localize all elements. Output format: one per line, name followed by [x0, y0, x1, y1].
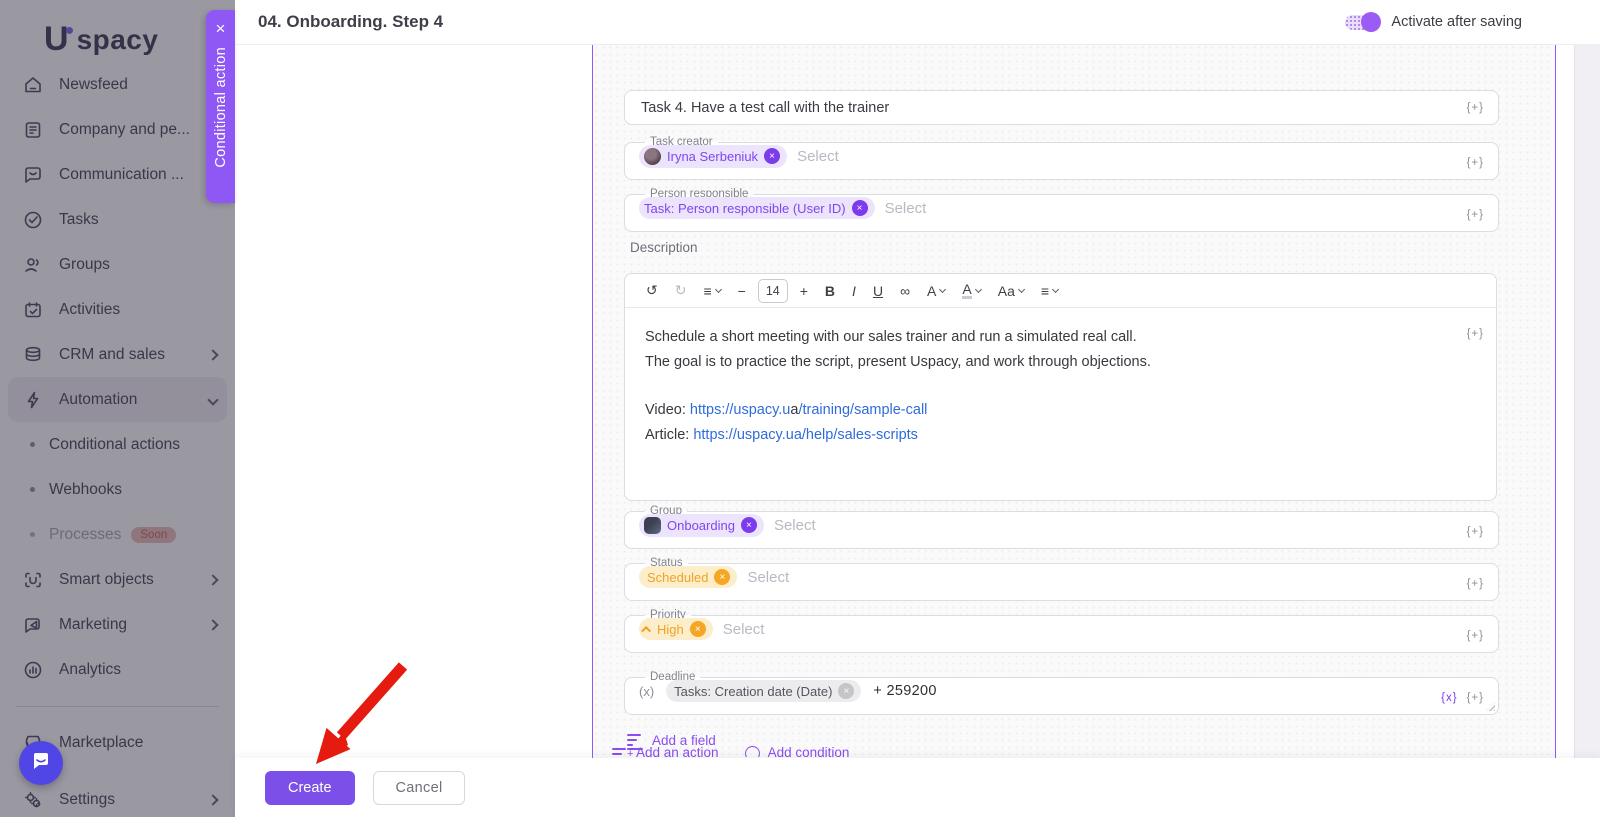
- underline-button[interactable]: U: [868, 279, 888, 303]
- scrollbar[interactable]: [1574, 45, 1600, 758]
- add-condition-icon: [745, 746, 760, 757]
- activate-toggle-label: Activate after saving: [1391, 14, 1522, 30]
- select-placeholder[interactable]: Select: [774, 517, 816, 534]
- create-button[interactable]: Create: [265, 771, 355, 805]
- article-link[interactable]: https://uspacy.ua/help/sales-scripts: [693, 427, 918, 443]
- description-label: Description: [630, 240, 698, 255]
- select-placeholder[interactable]: Select: [747, 569, 789, 586]
- task-creator-field[interactable]: Task creator Iryna Serbeniuk × Select {+…: [624, 138, 1499, 180]
- select-placeholder[interactable]: Select: [797, 148, 839, 165]
- undo-icon[interactable]: ↺: [641, 279, 663, 303]
- link-icon[interactable]: ∞: [895, 279, 915, 303]
- italic-button[interactable]: I: [847, 279, 861, 303]
- group-chip[interactable]: Onboarding ×: [639, 514, 764, 537]
- align-button[interactable]: ≡: [1036, 279, 1063, 303]
- chevron-down-icon: [975, 285, 982, 292]
- avatar: [644, 148, 661, 165]
- activate-toggle[interactable]: [1345, 15, 1379, 30]
- description-content[interactable]: Schedule a short meeting with our sales …: [625, 308, 1496, 464]
- description-line: Video: https://uspacy.ua/training/sample…: [645, 398, 1476, 423]
- modal-content: Task 4. Have a test call with the traine…: [235, 45, 1600, 758]
- task-title-input[interactable]: Task 4. Have a test call with the traine…: [624, 90, 1499, 125]
- task-creator-chip[interactable]: Iryna Serbeniuk ×: [639, 145, 787, 168]
- insert-variable-token[interactable]: {+}: [1467, 692, 1484, 704]
- resize-handle[interactable]: [1486, 702, 1495, 711]
- chat-icon: [31, 751, 51, 776]
- redo-icon[interactable]: ↻: [670, 279, 692, 303]
- deadline-expression[interactable]: + 259200: [873, 683, 936, 699]
- insert-variable-token[interactable]: {+}: [1467, 157, 1484, 169]
- page-title: 04. Onboarding. Step 4: [258, 12, 1345, 32]
- description-line: Schedule a short meeting with our sales …: [645, 325, 1476, 350]
- insert-variable-token[interactable]: {+}: [1467, 322, 1484, 347]
- priority-chip[interactable]: High ×: [639, 618, 713, 640]
- priority-field[interactable]: Priority High × Select {+}: [624, 611, 1499, 653]
- task-action-panel: Task 4. Have a test call with the traine…: [592, 45, 1556, 758]
- font-size-decrease-button[interactable]: −: [733, 279, 751, 303]
- insert-variable-token[interactable]: {+}: [1467, 209, 1484, 221]
- insert-variable-token[interactable]: {+}: [1467, 630, 1484, 642]
- editor-toolbar: ↺ ↻ ≡ − 14 + B I U ∞ A A Aa ≡: [625, 274, 1496, 308]
- highlight-color-button[interactable]: A: [957, 279, 985, 303]
- toggle-knob: [1361, 12, 1381, 32]
- select-placeholder[interactable]: Select: [885, 200, 927, 217]
- clipped-action-links: Add an action Add condition: [612, 745, 849, 757]
- remove-chip-icon[interactable]: ×: [690, 621, 706, 637]
- chevron-down-icon: [1052, 285, 1059, 292]
- modal-header: 04. Onboarding. Step 4 Activate after sa…: [235, 0, 1600, 45]
- priority-high-icon: [641, 625, 651, 635]
- status-chip[interactable]: Scheduled ×: [639, 566, 737, 588]
- person-responsible-field[interactable]: Person responsible Task: Person responsi…: [624, 190, 1499, 232]
- person-responsible-chip[interactable]: Task: Person responsible (User ID) ×: [639, 197, 875, 219]
- add-action-icon: [612, 748, 628, 757]
- conditional-action-modal: 04. Onboarding. Step 4 Activate after sa…: [235, 0, 1600, 817]
- chat-fab[interactable]: [19, 741, 63, 785]
- remove-chip-icon[interactable]: ×: [714, 569, 730, 585]
- chevron-down-icon: [939, 285, 946, 292]
- close-icon[interactable]: ×: [216, 20, 226, 37]
- remove-chip-icon[interactable]: ×: [838, 683, 854, 699]
- insert-variable-token[interactable]: {+}: [1467, 102, 1484, 114]
- chevron-down-icon: [1018, 285, 1025, 292]
- status-field[interactable]: Status Scheduled × Select {+}: [624, 559, 1499, 601]
- modal-backdrop[interactable]: [0, 0, 235, 817]
- modal-footer: Create Cancel: [235, 758, 1600, 817]
- insert-variable-token[interactable]: {+}: [1467, 578, 1484, 590]
- text-color-button[interactable]: A: [922, 279, 950, 303]
- cancel-button[interactable]: Cancel: [373, 771, 466, 805]
- font-size-value[interactable]: 14: [758, 279, 788, 303]
- remove-chip-icon[interactable]: ×: [741, 517, 757, 533]
- task-title-value: Task 4. Have a test call with the traine…: [641, 100, 889, 116]
- font-case-button[interactable]: Aa: [993, 279, 1029, 303]
- line-height-icon[interactable]: ≡: [698, 279, 725, 303]
- bold-button[interactable]: B: [820, 279, 840, 303]
- select-placeholder[interactable]: Select: [723, 621, 765, 638]
- group-field[interactable]: Group Onboarding × Select {+}: [624, 507, 1499, 549]
- insert-formula-token[interactable]: {x}: [1441, 692, 1457, 704]
- insert-variable-token[interactable]: {+}: [1467, 526, 1484, 538]
- deadline-field[interactable]: Deadline (x) Tasks: Creation date (Date)…: [624, 673, 1499, 715]
- formula-icon: (x): [639, 684, 654, 699]
- deadline-chip[interactable]: Tasks: Creation date (Date) ×: [666, 680, 861, 702]
- remove-chip-icon[interactable]: ×: [852, 200, 868, 216]
- video-link[interactable]: https://uspacy.ua/training/sample-call: [690, 402, 928, 418]
- description-line: The goal is to practice the script, pres…: [645, 350, 1476, 375]
- chevron-down-icon: [715, 285, 722, 292]
- add-condition-link[interactable]: Add condition: [745, 745, 850, 757]
- description-line: Article: https://uspacy.ua/help/sales-sc…: [645, 423, 1476, 448]
- remove-chip-icon[interactable]: ×: [764, 148, 780, 164]
- activate-toggle-group: Activate after saving: [1345, 14, 1522, 30]
- description-editor[interactable]: ↺ ↻ ≡ − 14 + B I U ∞ A A Aa ≡ Schedule a…: [624, 273, 1497, 501]
- add-action-link[interactable]: Add an action: [612, 745, 719, 757]
- group-avatar: [644, 517, 661, 534]
- font-size-increase-button[interactable]: +: [795, 279, 813, 303]
- conditional-action-tab[interactable]: × Conditional action: [206, 10, 235, 203]
- conditional-action-tab-label: Conditional action: [213, 47, 229, 168]
